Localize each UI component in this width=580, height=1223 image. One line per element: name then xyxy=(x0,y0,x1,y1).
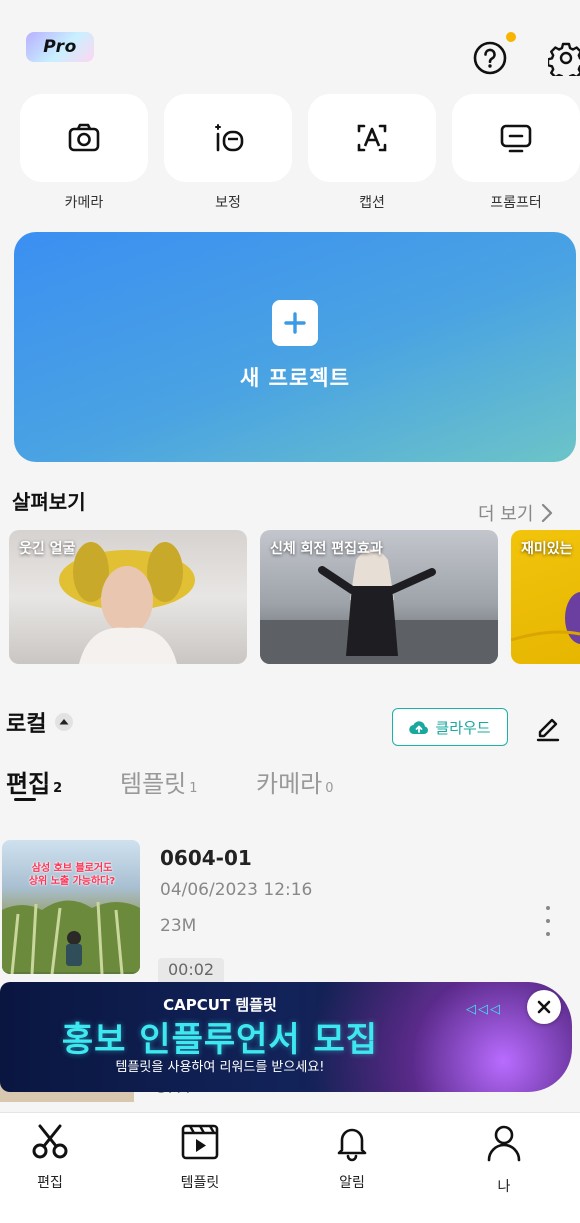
prompter-label: 프롬프터 xyxy=(490,195,542,211)
pro-badge[interactable]: Pro xyxy=(26,32,94,62)
camera-icon xyxy=(68,123,100,152)
cloud-label: 클라우드 xyxy=(435,718,491,737)
template-icon xyxy=(181,1124,219,1160)
new-project-label: 새 프로젝트 xyxy=(240,366,350,390)
collapse-icon xyxy=(55,713,74,731)
caption-tile[interactable] xyxy=(308,94,436,182)
tab-label: 카메라 xyxy=(256,770,323,798)
prompter-icon xyxy=(500,124,532,153)
nav-label: 알림 xyxy=(339,1175,365,1191)
template-card[interactable]: 신체 회전 편집효과 xyxy=(260,530,498,664)
nav-template[interactable]: 템플릿 xyxy=(150,1122,250,1192)
tab-count: 0 xyxy=(325,781,334,796)
card-label: 신체 회전 편집효과 xyxy=(270,541,383,557)
plus-icon xyxy=(272,300,318,346)
local-title: 로컬 xyxy=(6,712,47,737)
nav-label: 템플릿 xyxy=(180,1175,220,1191)
browse-title: 살펴보기 xyxy=(12,490,86,514)
banner-subtext: 템플릿을 사용하여 리워드를 받으세요! xyxy=(115,1060,325,1075)
tab-edit[interactable]: 편집 2 xyxy=(6,764,62,799)
tab-camera[interactable]: 카메라 0 xyxy=(256,764,334,799)
banner-arrows: ◁◁◁ xyxy=(466,1002,502,1017)
pencil-icon xyxy=(536,718,560,742)
project-date: 04/06/2023 12:16 xyxy=(160,880,313,900)
tab-label: 템플릿 xyxy=(120,770,187,798)
nav-notifications[interactable]: 알림 xyxy=(302,1122,402,1192)
template-card[interactable]: 재미있는 xyxy=(511,530,580,664)
camera-label: 카메라 xyxy=(64,195,104,211)
tab-count: 2 xyxy=(53,781,63,796)
camera-tile[interactable] xyxy=(20,94,148,182)
more-label: 더 보기 xyxy=(478,504,534,525)
help-circle-icon xyxy=(473,41,507,75)
card-label: 재미있는 xyxy=(521,541,573,557)
edit-button[interactable] xyxy=(534,712,562,742)
more-options-icon[interactable] xyxy=(540,906,556,936)
nav-edit[interactable]: 편집 xyxy=(0,1122,100,1192)
notification-dot xyxy=(506,32,516,42)
banner-headline: 홍보 인플루언서 모집 xyxy=(61,1020,379,1060)
retouch-icon xyxy=(215,124,244,152)
nav-me[interactable]: 나 xyxy=(454,1122,554,1196)
project-name: 0604-01 xyxy=(160,846,252,870)
new-project-button[interactable] xyxy=(14,232,576,462)
gear-icon xyxy=(546,42,580,82)
settings-button[interactable] xyxy=(546,40,580,82)
person-icon xyxy=(487,1125,521,1162)
card-label: 웃긴 얼굴 xyxy=(19,541,76,557)
help-button[interactable] xyxy=(472,40,508,76)
tab-label: 편집 xyxy=(6,770,51,798)
close-banner-button[interactable] xyxy=(527,990,561,1024)
close-icon xyxy=(537,1000,551,1014)
bell-icon xyxy=(337,1128,367,1162)
chevron-right-icon xyxy=(542,503,553,523)
template-card[interactable]: 웃긴 얼굴 xyxy=(9,530,247,664)
caption-icon xyxy=(357,124,387,152)
project-size: 23M xyxy=(160,916,197,936)
prompter-tile[interactable] xyxy=(452,94,580,182)
nav-label: 나 xyxy=(497,1179,511,1195)
retouch-tile[interactable] xyxy=(164,94,292,182)
tab-underline xyxy=(14,798,36,801)
thumbnail-image xyxy=(2,900,140,974)
more-link[interactable]: 더 보기 xyxy=(478,500,553,526)
nav-label: 편집 xyxy=(37,1175,63,1191)
caption-label: 캡션 xyxy=(359,195,385,211)
cloud-upload-icon xyxy=(409,721,429,735)
thumbnail-caption: 삼성 호브 블로거도 상위 노출 가능하다? xyxy=(28,863,116,887)
project-duration: 00:02 xyxy=(158,958,225,984)
project-thumbnail[interactable]: 삼성 호브 블로거도 상위 노출 가능하다? xyxy=(2,840,140,974)
tab-template[interactable]: 템플릿 1 xyxy=(120,764,198,799)
retouch-label: 보정 xyxy=(215,195,241,211)
scissors-icon xyxy=(32,1124,68,1159)
cloud-button[interactable]: 클라우드 xyxy=(392,708,508,746)
tab-count: 1 xyxy=(189,781,198,796)
local-header[interactable]: 로컬 xyxy=(6,706,74,738)
